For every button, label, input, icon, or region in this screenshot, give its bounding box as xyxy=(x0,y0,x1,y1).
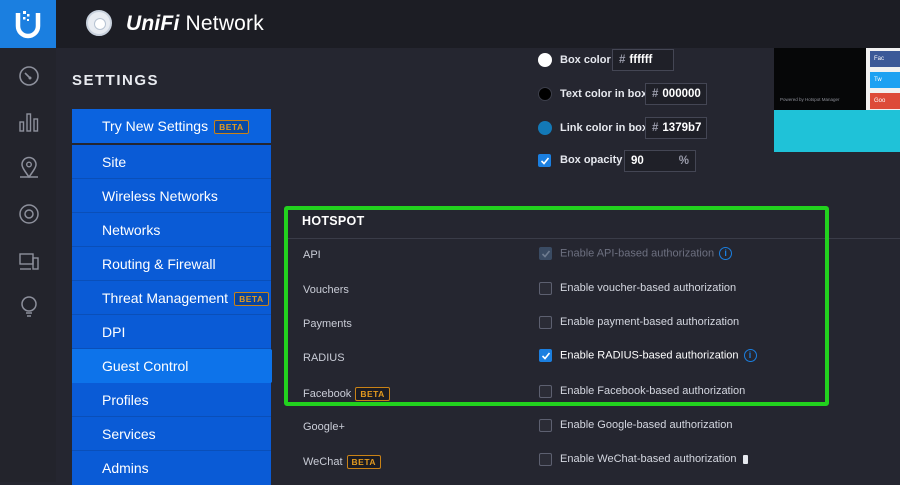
nav-item-label: Admins xyxy=(102,460,149,476)
link-color-label: Link color in box xyxy=(560,122,649,134)
hotspot-label-vouchers: Vouchers xyxy=(303,284,349,296)
text-color-row: Text color in box #000000 xyxy=(538,83,718,105)
box-opacity-input[interactable]: 90% xyxy=(624,150,696,172)
payment-auth-checkbox[interactable] xyxy=(539,316,552,329)
radius-auth-checkbox[interactable] xyxy=(539,349,552,362)
voucher-auth-option: Enable voucher-based authorization xyxy=(560,282,737,294)
nav-item-networks[interactable]: Networks xyxy=(72,213,271,247)
nav-item-site[interactable]: Site xyxy=(72,145,271,179)
info-icon[interactable]: i xyxy=(743,349,757,362)
link-color-row: Link color in box #1379b7 xyxy=(538,117,718,139)
top-bar: UniFi Network xyxy=(0,0,900,48)
box-color-swatch[interactable] xyxy=(538,53,552,67)
portal-preview: Powered by Hotspot Manager Fac Tw Goo xyxy=(774,48,900,152)
unifi-logo-button[interactable] xyxy=(0,0,56,48)
nav-item-label: Services xyxy=(102,426,156,442)
wechat-auth-option: Enable WeChat-based authorization xyxy=(560,453,748,465)
beta-badge: BETA xyxy=(346,455,382,469)
network-app-icon xyxy=(86,10,112,36)
hotspot-label-wechat: WeChat BETA xyxy=(303,455,382,469)
box-opacity-row: Box opacity 90% xyxy=(538,150,708,172)
clients-icon[interactable] xyxy=(17,250,41,274)
link-color-input[interactable]: #1379b7 xyxy=(645,117,707,139)
info-icon[interactable]: i xyxy=(719,247,733,260)
nav-item-label: Wireless Networks xyxy=(102,188,218,204)
nav-item-dpi[interactable]: DPI xyxy=(72,315,271,349)
beta-badge: BETA xyxy=(234,292,269,307)
api-auth-checkbox[interactable] xyxy=(539,247,552,260)
map-icon[interactable] xyxy=(17,156,41,180)
guest-control-content: Box color # ffffff Text color in box #000… xyxy=(272,48,900,482)
facebook-login-preview: Fac xyxy=(870,51,900,67)
box-color-input[interactable]: # ffffff xyxy=(612,49,674,71)
nav-item-guest-control[interactable]: Guest Control xyxy=(72,349,271,383)
preview-social-buttons: Fac Tw Goo xyxy=(866,48,900,110)
nav-item-try-new-settings[interactable]: Try New Settings BETA xyxy=(72,109,271,143)
facebook-auth-option: Enable Facebook-based authorization xyxy=(560,385,746,397)
hotspot-section-title: HOTSPOT xyxy=(302,214,365,228)
icon-rail xyxy=(0,48,56,482)
nav-item-wireless-networks[interactable]: Wireless Networks xyxy=(72,179,271,213)
nav-item-label: Routing & Firewall xyxy=(102,256,216,272)
nav-item-label: Networks xyxy=(102,222,161,238)
statistics-icon[interactable] xyxy=(17,110,41,134)
google-auth-option: Enable Google-based authorization xyxy=(560,419,733,431)
hotspot-label-payments: Payments xyxy=(303,318,352,330)
google-auth-checkbox[interactable] xyxy=(539,419,552,432)
twitter-login-preview: Tw xyxy=(870,72,900,88)
wechat-auth-checkbox[interactable] xyxy=(539,453,552,466)
devices-icon[interactable] xyxy=(17,202,41,226)
hotspot-label-facebook: Facebook BETA xyxy=(303,387,390,401)
nav-item-label: Profiles xyxy=(102,392,149,408)
nav-item-label: Threat Management xyxy=(102,290,229,306)
nav-item-label: Try New Settings xyxy=(102,118,209,134)
link-color-swatch[interactable] xyxy=(538,121,552,135)
nav-item-services[interactable]: Services xyxy=(72,417,271,451)
nav-item-profiles[interactable]: Profiles xyxy=(72,383,271,417)
beta-badge: BETA xyxy=(214,120,249,135)
hotspot-label-google: Google+ xyxy=(303,421,345,433)
preview-image: Powered by Hotspot Manager xyxy=(774,48,866,110)
google-login-preview: Goo xyxy=(870,93,900,109)
nav-item-label: Guest Control xyxy=(102,358,189,374)
insights-icon[interactable] xyxy=(17,294,41,318)
box-color-row: Box color # ffffff xyxy=(538,49,698,71)
hotspot-label-api: API xyxy=(303,249,321,261)
section-divider xyxy=(286,238,900,239)
voucher-auth-checkbox[interactable] xyxy=(539,282,552,295)
hotspot-label-radius: RADIUS xyxy=(303,352,345,364)
mobile-phone-icon xyxy=(742,454,748,464)
dashboard-icon[interactable] xyxy=(17,64,41,88)
beta-badge: BETA xyxy=(355,387,390,401)
text-color-swatch[interactable] xyxy=(538,87,552,101)
nav-item-admins[interactable]: Admins xyxy=(72,451,271,485)
nav-item-threat-management[interactable]: Threat Management BETA xyxy=(72,281,271,315)
unifi-u-icon xyxy=(15,11,41,39)
box-opacity-checkbox[interactable] xyxy=(538,154,551,167)
nav-item-label: DPI xyxy=(102,324,126,340)
nav-item-routing-firewall[interactable]: Routing & Firewall xyxy=(72,247,271,281)
payment-auth-option: Enable payment-based authorization xyxy=(560,316,740,328)
text-color-input[interactable]: #000000 xyxy=(645,83,707,105)
facebook-auth-checkbox[interactable] xyxy=(539,385,552,398)
text-color-label: Text color in box xyxy=(560,88,648,100)
radius-auth-option: Enable RADIUS-based authorization i xyxy=(560,349,757,362)
api-auth-option: Enable API-based authorization i xyxy=(560,247,733,260)
box-opacity-label: Box opacity xyxy=(560,154,623,166)
app-title: UniFi Network xyxy=(126,12,264,35)
box-color-label: Box color xyxy=(560,54,611,66)
settings-title: SETTINGS xyxy=(72,72,160,89)
nav-item-label: Site xyxy=(102,154,127,170)
settings-nav: SETTINGS Try New Settings BETA Site Wirel… xyxy=(56,48,285,485)
